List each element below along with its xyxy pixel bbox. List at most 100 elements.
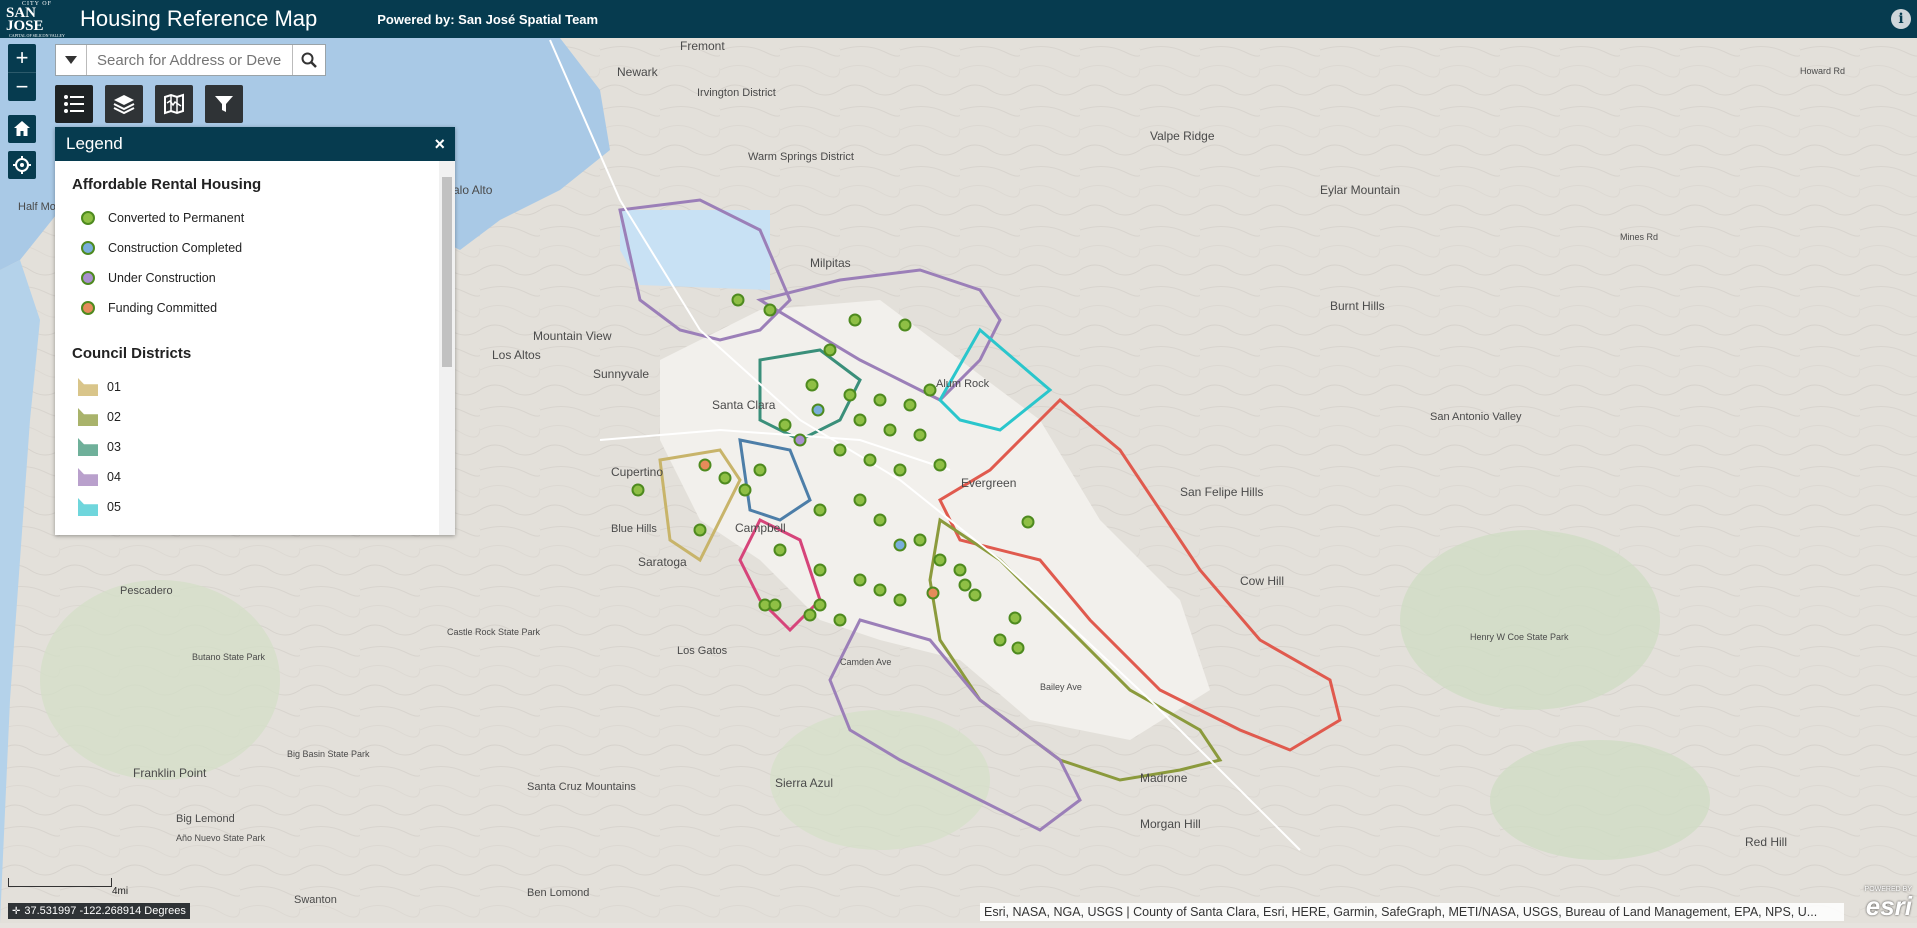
legend-label: 04 — [107, 470, 121, 484]
housing-point[interactable] — [833, 443, 847, 457]
close-icon[interactable]: × — [434, 134, 445, 155]
housing-point[interactable] — [913, 428, 927, 442]
legend-button[interactable] — [55, 85, 93, 123]
housing-point[interactable] — [813, 563, 827, 577]
map-label: Blue Hills — [611, 523, 657, 535]
housing-point[interactable] — [833, 613, 847, 627]
housing-point[interactable] — [953, 563, 967, 577]
legend-item: 04 — [72, 462, 439, 492]
housing-point[interactable] — [893, 593, 907, 607]
legend-item: 02 — [72, 402, 439, 432]
housing-point[interactable] — [863, 453, 877, 467]
housing-point[interactable] — [848, 313, 862, 327]
legend-item: 01 — [72, 372, 439, 402]
zoom-controls: + − — [8, 44, 36, 101]
scrollbar-thumb[interactable] — [442, 177, 452, 367]
zoom-out-button[interactable]: − — [8, 72, 36, 101]
housing-point[interactable] — [773, 543, 787, 557]
housing-point[interactable] — [763, 303, 777, 317]
map-label: Swanton — [294, 894, 337, 906]
housing-point[interactable] — [873, 513, 887, 527]
layers-button[interactable] — [105, 85, 143, 123]
locate-button[interactable] — [8, 151, 36, 179]
housing-point[interactable] — [813, 503, 827, 517]
housing-point[interactable] — [698, 458, 712, 472]
housing-point[interactable] — [853, 573, 867, 587]
status-symbol — [81, 241, 95, 255]
map-label: Big Basin State Park — [287, 749, 370, 759]
map-label: Bailey Ave — [1040, 682, 1082, 692]
map-label: San Antonio Valley — [1430, 411, 1522, 423]
app-header: CITY OF SAN JOSE CAPITAL OF SILICON VALL… — [0, 0, 1917, 38]
legend-label: Funding Committed — [108, 301, 218, 315]
info-icon[interactable]: i — [1891, 9, 1911, 29]
chevron-down-icon — [65, 56, 77, 64]
housing-point[interactable] — [958, 578, 972, 592]
legend-section-title: Affordable Rental Housing — [72, 176, 262, 193]
legend-content[interactable]: Affordable Rental Housing Converted to P… — [55, 161, 439, 535]
map-label: Cupertino — [611, 465, 663, 479]
map-attribution[interactable]: Esri, NASA, NGA, USGS | County of Santa … — [980, 903, 1844, 921]
search-input[interactable] — [87, 51, 292, 69]
layers-icon — [113, 95, 135, 115]
legend-label: 05 — [107, 500, 121, 514]
legend-header: Legend × — [55, 127, 455, 161]
housing-point[interactable] — [693, 523, 707, 537]
housing-point[interactable] — [813, 598, 827, 612]
housing-point[interactable] — [993, 633, 1007, 647]
map-label: Sunnyvale — [593, 367, 649, 381]
district-swatch — [78, 378, 98, 396]
search-button[interactable] — [292, 45, 325, 75]
map-label: Henry W Coe State Park — [1470, 632, 1569, 642]
housing-point[interactable] — [853, 493, 867, 507]
housing-point[interactable] — [778, 418, 792, 432]
housing-point[interactable] — [805, 378, 819, 392]
housing-point[interactable] — [893, 538, 907, 552]
basin-park — [40, 580, 280, 780]
housing-point[interactable] — [738, 483, 752, 497]
housing-point[interactable] — [803, 608, 817, 622]
housing-point[interactable] — [753, 463, 767, 477]
housing-point[interactable] — [968, 588, 982, 602]
legend-panel: Legend × Affordable Rental Housing Conve… — [55, 127, 455, 535]
housing-point[interactable] — [893, 463, 907, 477]
housing-point[interactable] — [631, 483, 645, 497]
filter-button[interactable] — [205, 85, 243, 123]
housing-point[interactable] — [903, 398, 917, 412]
home-button[interactable] — [8, 115, 36, 143]
basemap-gallery-button[interactable] — [155, 85, 193, 123]
legend-list-icon — [64, 95, 84, 113]
coordinate-readout[interactable]: ✛ 37.531997 -122.268914 Degrees — [8, 903, 190, 919]
housing-point[interactable] — [1011, 641, 1025, 655]
map-label: Campbell — [735, 521, 786, 535]
housing-point[interactable] — [731, 293, 745, 307]
housing-point[interactable] — [926, 586, 940, 600]
map-label: Camden Ave — [840, 657, 891, 667]
search-source-dropdown[interactable] — [56, 45, 87, 75]
housing-point[interactable] — [873, 583, 887, 597]
housing-point[interactable] — [853, 413, 867, 427]
legend-scrollbar[interactable] — [439, 161, 455, 535]
housing-point[interactable] — [873, 393, 887, 407]
housing-point[interactable] — [718, 471, 732, 485]
housing-point[interactable] — [913, 533, 927, 547]
map-label: Howard Rd — [1800, 66, 1845, 76]
map-label: Santa Clara — [712, 398, 776, 412]
housing-point[interactable] — [811, 403, 825, 417]
map-label: Milpitas — [810, 256, 851, 270]
housing-point[interactable] — [898, 318, 912, 332]
esri-logo[interactable]: POWERED BY esri — [1850, 886, 1912, 922]
housing-point[interactable] — [1008, 611, 1022, 625]
housing-point[interactable] — [883, 423, 897, 437]
housing-point[interactable] — [793, 433, 807, 447]
housing-point[interactable] — [1021, 515, 1035, 529]
housing-point[interactable] — [823, 343, 837, 357]
housing-point[interactable] — [923, 383, 937, 397]
zoom-in-button[interactable]: + — [8, 44, 36, 72]
housing-point[interactable] — [843, 388, 857, 402]
map-label: Newark — [617, 65, 659, 79]
housing-point[interactable] — [933, 553, 947, 567]
map-label: Sierra Azul — [775, 776, 833, 790]
housing-point[interactable] — [768, 598, 782, 612]
housing-point[interactable] — [933, 458, 947, 472]
